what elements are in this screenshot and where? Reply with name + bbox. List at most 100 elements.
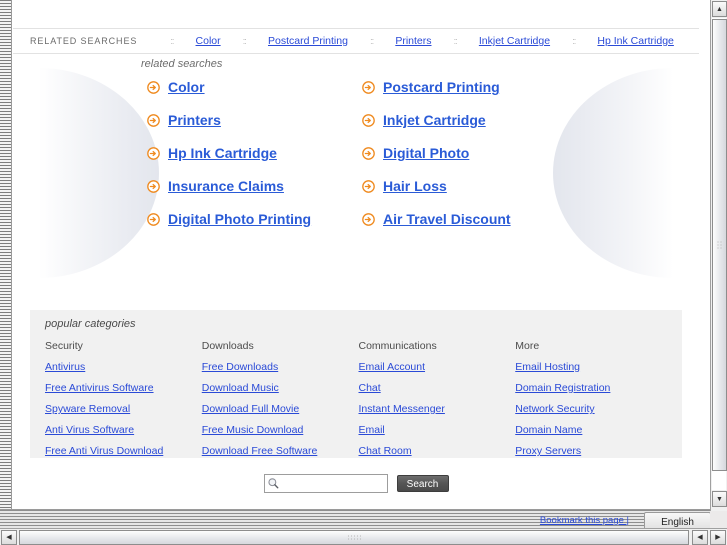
chevron-right-icon: ▶ bbox=[715, 534, 721, 541]
search-button[interactable]: Search bbox=[396, 475, 449, 492]
category-link[interactable]: Free Anti Virus Download bbox=[45, 445, 202, 457]
scroll-right-button[interactable]: ▶ bbox=[710, 530, 726, 545]
strip-link-inkjet-cartridge[interactable]: Inkjet Cartridge bbox=[479, 35, 550, 47]
strip-link-hp-ink-cartridge[interactable]: Hp Ink Cartridge bbox=[597, 35, 673, 47]
related-searches-strip: RELATED SEARCHES :: Color :: Postcard Pr… bbox=[13, 28, 699, 54]
strip-link-color[interactable]: Color bbox=[196, 35, 221, 47]
horizontal-scrollbar[interactable]: ◀ ◀ ▶ bbox=[0, 528, 727, 545]
related-search-link[interactable]: Postcard Printing bbox=[383, 79, 500, 95]
related-searches-section: related searches Color Postcard Printing bbox=[13, 58, 699, 227]
page-content: RELATED SEARCHES :: Color :: Postcard Pr… bbox=[13, 0, 699, 509]
related-search-link[interactable]: Digital Photo bbox=[383, 145, 469, 161]
separator: :: bbox=[170, 36, 174, 46]
circle-arrow-right-icon bbox=[147, 146, 160, 160]
circle-arrow-right-icon bbox=[147, 113, 160, 127]
related-search-item[interactable]: Color bbox=[147, 79, 362, 95]
category-column-security: Security Antivirus Free Antivirus Softwa… bbox=[45, 340, 202, 466]
strip-link-postcard-printing[interactable]: Postcard Printing bbox=[268, 35, 348, 47]
related-searches-grid: Color Postcard Printing Printers Inkjet … bbox=[147, 79, 699, 227]
separator: :: bbox=[242, 36, 247, 46]
category-link[interactable]: Email Hosting bbox=[515, 361, 672, 373]
category-link[interactable]: Download Music bbox=[202, 382, 359, 394]
related-search-item[interactable]: Air Travel Discount bbox=[362, 211, 699, 227]
bookmark-this-page-link[interactable]: Bookmark this page | bbox=[540, 515, 629, 526]
search-field-wrapper[interactable] bbox=[263, 474, 388, 493]
related-search-item[interactable]: Digital Photo bbox=[362, 145, 699, 161]
circle-arrow-right-icon bbox=[147, 212, 160, 226]
category-column-downloads: Downloads Free Downloads Download Music … bbox=[202, 340, 359, 466]
category-link[interactable]: Domain Registration bbox=[515, 382, 672, 394]
related-search-item[interactable]: Digital Photo Printing bbox=[147, 211, 362, 227]
left-decorative-band bbox=[0, 0, 12, 528]
related-searches-strip-items: :: Color :: Postcard Printing :: Printer… bbox=[159, 35, 685, 47]
related-search-item[interactable]: Postcard Printing bbox=[362, 79, 699, 95]
related-searches-title: related searches bbox=[141, 58, 223, 70]
scrollbar-corner bbox=[710, 511, 727, 528]
category-link[interactable]: Chat Room bbox=[359, 445, 516, 457]
related-search-link[interactable]: Insurance Claims bbox=[168, 178, 284, 194]
search-input[interactable] bbox=[279, 477, 385, 490]
category-link[interactable]: Antivirus bbox=[45, 361, 202, 373]
category-heading: More bbox=[515, 340, 540, 352]
scroll-left-button-secondary[interactable]: ◀ bbox=[692, 530, 708, 545]
circle-arrow-right-icon bbox=[362, 146, 375, 160]
scroll-left-button[interactable]: ◀ bbox=[1, 530, 17, 545]
popular-categories-title: popular categories bbox=[45, 318, 136, 330]
circle-arrow-right-icon bbox=[362, 80, 375, 94]
related-search-link[interactable]: Color bbox=[168, 79, 205, 95]
circle-arrow-right-icon bbox=[147, 179, 160, 193]
category-link[interactable]: Free Antivirus Software bbox=[45, 382, 202, 394]
scrollbar-grip bbox=[716, 240, 723, 250]
chevron-left-icon: ◀ bbox=[697, 534, 703, 541]
category-link[interactable]: Proxy Servers bbox=[515, 445, 672, 457]
related-search-link[interactable]: Digital Photo Printing bbox=[168, 211, 311, 227]
related-search-item[interactable]: Insurance Claims bbox=[147, 178, 362, 194]
scroll-down-button[interactable]: ▼ bbox=[712, 491, 727, 507]
separator: :: bbox=[453, 36, 458, 46]
strip-link-printers[interactable]: Printers bbox=[395, 35, 431, 47]
magnifier-icon bbox=[267, 478, 278, 489]
related-search-item[interactable]: Hp Ink Cartridge bbox=[147, 145, 362, 161]
scrollbar-grip bbox=[347, 534, 361, 541]
separator: :: bbox=[572, 36, 576, 46]
category-link[interactable]: Download Free Software bbox=[202, 445, 359, 457]
vertical-scrollbar[interactable]: ▲ ▼ bbox=[710, 0, 727, 528]
circle-arrow-right-icon bbox=[362, 113, 375, 127]
scroll-up-button[interactable]: ▲ bbox=[712, 1, 727, 17]
category-heading: Downloads bbox=[201, 340, 254, 352]
circle-arrow-right-icon bbox=[362, 179, 375, 193]
related-search-link[interactable]: Printers bbox=[168, 112, 221, 128]
popular-categories-panel: popular categories Security Antivirus Fr… bbox=[30, 310, 682, 458]
category-link[interactable]: Free Music Download bbox=[202, 424, 359, 436]
category-link[interactable]: Network Security bbox=[515, 403, 672, 415]
category-link[interactable]: Download Full Movie bbox=[202, 403, 359, 415]
category-link[interactable]: Spyware Removal bbox=[45, 403, 202, 415]
category-link[interactable]: Chat bbox=[359, 382, 516, 394]
vertical-scrollbar-thumb[interactable] bbox=[712, 19, 727, 471]
category-link[interactable]: Anti Virus Software bbox=[45, 424, 202, 436]
circle-arrow-right-icon bbox=[362, 212, 375, 226]
related-searches-strip-label: RELATED SEARCHES bbox=[30, 36, 138, 46]
related-search-item[interactable]: Inkjet Cartridge bbox=[362, 112, 699, 128]
related-search-link[interactable]: Inkjet Cartridge bbox=[383, 112, 486, 128]
related-search-link[interactable]: Air Travel Discount bbox=[383, 211, 511, 227]
popular-categories-columns: Security Antivirus Free Antivirus Softwa… bbox=[45, 340, 672, 466]
circle-arrow-right-icon bbox=[147, 80, 160, 94]
category-heading: Security bbox=[45, 340, 83, 352]
related-search-item[interactable]: Printers bbox=[147, 112, 362, 128]
related-search-link[interactable]: Hair Loss bbox=[383, 178, 447, 194]
category-column-more: More Email Hosting Domain Registration N… bbox=[515, 340, 672, 466]
category-heading: Communications bbox=[358, 340, 437, 352]
category-link[interactable]: Free Downloads bbox=[202, 361, 359, 373]
category-link[interactable]: Domain Name bbox=[515, 424, 672, 436]
related-search-item[interactable]: Hair Loss bbox=[362, 178, 699, 194]
category-column-communications: Communications Email Account Chat Instan… bbox=[359, 340, 516, 466]
horizontal-scrollbar-thumb[interactable] bbox=[19, 530, 689, 545]
chevron-left-icon: ◀ bbox=[6, 534, 12, 541]
search-form: Search bbox=[13, 474, 699, 493]
category-link[interactable]: Instant Messenger bbox=[359, 403, 516, 415]
category-link[interactable]: Email Account bbox=[359, 361, 516, 373]
related-search-link[interactable]: Hp Ink Cartridge bbox=[168, 145, 277, 161]
category-link[interactable]: Email bbox=[359, 424, 516, 436]
separator: :: bbox=[370, 36, 374, 46]
